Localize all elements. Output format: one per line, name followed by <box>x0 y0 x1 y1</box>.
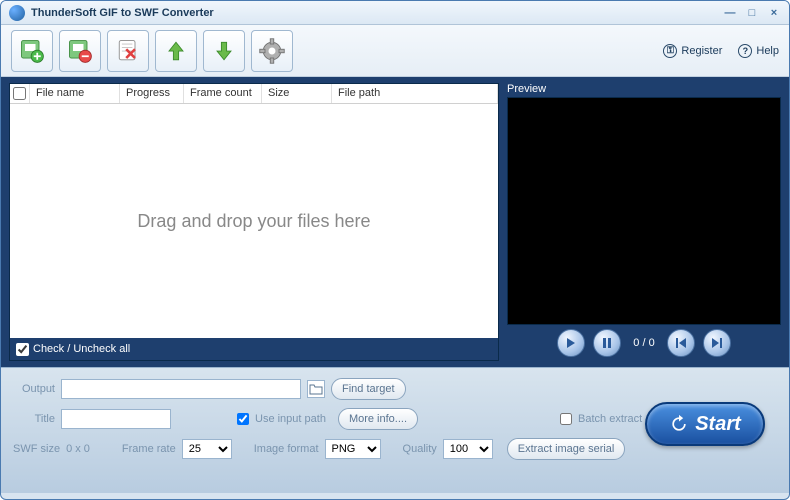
quality-label: Quality <box>403 443 437 455</box>
titlebar: ThunderSoft GIF to SWF Converter — □ × <box>1 1 789 25</box>
register-link[interactable]: ⚿ Register <box>663 44 722 58</box>
pause-icon <box>602 338 612 348</box>
player-controls: 0 / 0 <box>507 325 781 361</box>
find-target-button[interactable]: Find target <box>331 378 406 400</box>
browse-output-button[interactable] <box>307 380 325 398</box>
framerate-label: Frame rate <box>122 443 176 455</box>
col-progress[interactable]: Progress <box>120 84 184 103</box>
prev-frame-button[interactable] <box>667 329 695 357</box>
arrow-down-icon <box>210 37 238 65</box>
batch-extract-label: Batch extract <box>578 413 642 425</box>
next-frame-button[interactable] <box>703 329 731 357</box>
play-button[interactable] <box>557 329 585 357</box>
refresh-icon <box>669 414 689 434</box>
swfsize-label: SWF size <box>13 443 60 455</box>
title-input[interactable] <box>61 409 171 429</box>
col-filepath[interactable]: File path <box>332 84 498 103</box>
pause-button[interactable] <box>593 329 621 357</box>
app-window: ThunderSoft GIF to SWF Converter — □ × ⚿… <box>0 0 790 500</box>
file-panel: File name Progress Frame count Size File… <box>9 83 499 361</box>
clear-icon <box>114 37 142 65</box>
header-checkbox[interactable] <box>13 87 26 100</box>
col-framecount[interactable]: Frame count <box>184 84 262 103</box>
key-icon: ⚿ <box>663 44 677 58</box>
prev-icon <box>676 338 686 348</box>
col-size[interactable]: Size <box>262 84 332 103</box>
arrow-up-icon <box>162 37 190 65</box>
move-up-button[interactable] <box>155 30 197 72</box>
bottom-panel: Output Find target Title Use input path … <box>1 367 789 493</box>
add-file-button[interactable] <box>11 30 53 72</box>
main-area: File name Progress Frame count Size File… <box>1 77 789 367</box>
toolbar: ⚿ Register ? Help <box>1 25 789 77</box>
app-icon <box>9 5 25 21</box>
output-path-input[interactable] <box>61 379 301 399</box>
file-footer: Check / Uncheck all <box>10 338 498 360</box>
quality-select[interactable]: 100 <box>443 439 493 459</box>
maximize-button[interactable]: □ <box>745 6 759 20</box>
settings-button[interactable] <box>251 30 293 72</box>
output-label: Output <box>13 383 55 395</box>
framerate-select[interactable]: 25 <box>182 439 232 459</box>
imgformat-select[interactable]: PNG <box>325 439 381 459</box>
drop-zone-text: Drag and drop your files here <box>137 211 370 232</box>
remove-file-button[interactable] <box>59 30 101 72</box>
remove-file-icon <box>66 37 94 65</box>
app-title: ThunderSoft GIF to SWF Converter <box>31 7 715 19</box>
batch-extract-checkbox[interactable] <box>560 413 572 425</box>
extract-serial-button[interactable]: Extract image serial <box>507 438 626 460</box>
add-file-icon <box>18 37 46 65</box>
checkall-label: Check / Uncheck all <box>33 343 130 355</box>
preview-box <box>507 97 781 325</box>
more-info-button[interactable]: More info.... <box>338 408 418 430</box>
frame-counter: 0 / 0 <box>633 337 654 349</box>
imgformat-label: Image format <box>254 443 319 455</box>
help-link[interactable]: ? Help <box>738 44 779 58</box>
swfsize-value: 0 x 0 <box>66 443 90 455</box>
col-filename[interactable]: File name <box>30 84 120 103</box>
clear-all-button[interactable] <box>107 30 149 72</box>
checkall-checkbox[interactable] <box>16 343 29 356</box>
register-label: Register <box>681 45 722 57</box>
help-label: Help <box>756 45 779 57</box>
use-input-path-label: Use input path <box>255 413 326 425</box>
start-button[interactable]: Start <box>645 402 765 446</box>
move-down-button[interactable] <box>203 30 245 72</box>
play-icon <box>566 338 576 348</box>
preview-panel: Preview 0 / 0 <box>507 83 781 361</box>
file-table-header: File name Progress Frame count Size File… <box>10 84 498 104</box>
help-icon: ? <box>738 44 752 58</box>
title-label: Title <box>13 413 55 425</box>
start-label: Start <box>695 413 741 436</box>
next-icon <box>712 338 722 348</box>
preview-label: Preview <box>507 83 781 95</box>
folder-icon <box>309 383 323 395</box>
use-input-path-checkbox[interactable] <box>237 413 249 425</box>
gear-icon <box>258 37 286 65</box>
drop-zone[interactable]: Drag and drop your files here <box>10 104 498 338</box>
close-button[interactable]: × <box>767 6 781 20</box>
minimize-button[interactable]: — <box>723 6 737 20</box>
